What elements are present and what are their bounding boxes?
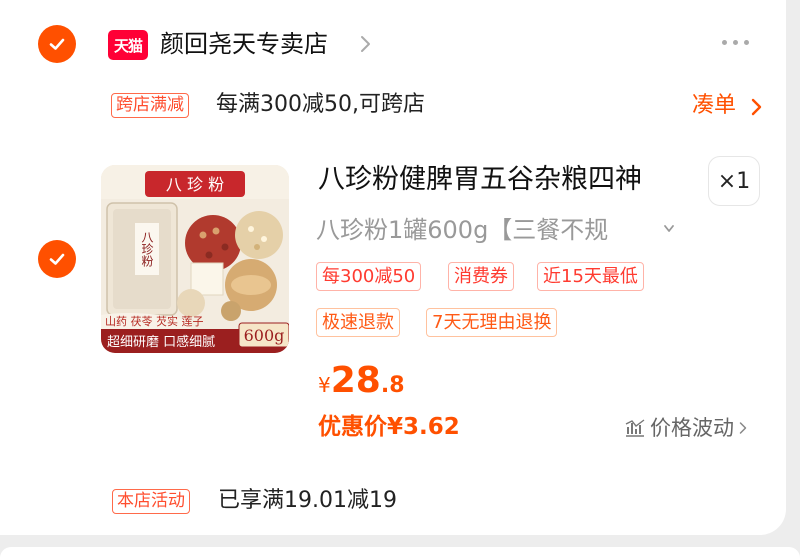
price-trend-link[interactable]: 价格波动 [624,412,748,444]
chevron-down-icon[interactable] [662,223,676,235]
cart-store-card: 天猫 颜回尧天专卖店 跨店满减 每满300减50,可跨店 凑单 八 珍 粉 八珍… [0,0,786,535]
cross-store-tag: 跨店满减 [111,93,189,118]
item-select-checkbox[interactable] [38,240,76,278]
jar-label-text: 八珍粉 [140,231,154,267]
discount-price: 优惠价¥3.62 [318,414,460,440]
check-icon [49,38,65,50]
lowest-price-tag: 近15天最低 [537,262,644,291]
image-title-text: 八 珍 粉 [166,175,224,194]
coudan-link[interactable]: 凑单 [692,90,736,122]
next-card-edge [0,547,800,558]
store-activity-tag: 本店活动 [112,489,190,514]
coupon-tag: 消费券 [448,262,514,291]
store-select-checkbox[interactable] [38,25,76,63]
product-title[interactable]: 八珍粉健脾胃五谷杂粮四神 [318,160,642,200]
ingredients-text: 山药 茯苓 芡实 莲子 [105,314,204,328]
promo-text: 每满300减50,可跨店 [216,92,425,117]
chevron-right-icon[interactable] [358,34,372,54]
store-activity-text: 已享满19.01减19 [218,488,397,513]
image-bottom-text: 超细研磨 口感细腻 [107,334,215,350]
price-decimal: .8 [380,373,405,398]
sku-selector[interactable]: 八珍粉1罐600g【三餐不规 [316,212,608,248]
store-name[interactable]: 颜回尧天专卖店 [160,26,328,62]
price-currency: ¥ [318,373,331,397]
tmall-logo: 天猫 [108,30,148,60]
more-icon[interactable] [722,40,749,45]
price-chart-icon [625,419,645,437]
price: ¥28.8 [318,360,405,401]
fast-refund-tag: 极速退款 [316,308,400,337]
promo-tag: 每300减50 [316,262,422,291]
chevron-right-icon [739,422,747,434]
price-integer: 28 [330,360,381,401]
chevron-right-icon[interactable] [750,97,763,117]
product-image[interactable]: 八 珍 粉 八珍粉 山药 茯苓 芡实 莲子 超细研磨 口感细腻 600g [101,165,289,353]
image-weight-text: 600g [244,326,285,345]
return-policy-tag: 7天无理由退换 [426,308,558,337]
check-icon [49,253,65,265]
price-trend-label: 价格波动 [650,416,734,440]
quantity-button[interactable]: ×1 [708,156,760,206]
